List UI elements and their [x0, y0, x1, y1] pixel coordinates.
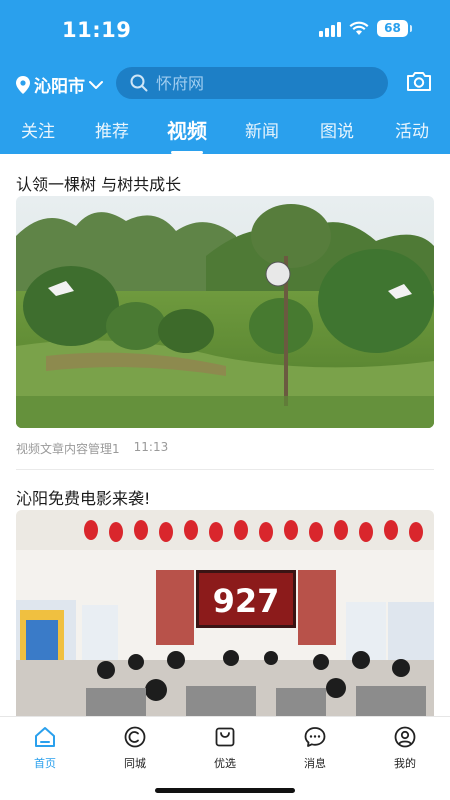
tab-events[interactable]: 活动: [395, 117, 429, 142]
nav-label: 优选: [214, 757, 236, 770]
location-label: 沁阳市: [34, 77, 85, 97]
status-icons: 68: [319, 20, 412, 37]
nav-profile[interactable]: 我的: [375, 725, 435, 771]
video-thumbnail[interactable]: [16, 196, 434, 428]
tab-recommend[interactable]: 推荐: [95, 117, 129, 142]
category-tabs: 关注 推荐 视频 新闻 图说 活动: [0, 112, 450, 154]
nav-label: 我的: [394, 757, 416, 770]
video-feed: 认领一棵树 与树共成长 视频文章内容管理1 11:13 沁阳免费电影来袭! 92…: [0, 154, 450, 716]
home-indicator: [155, 788, 295, 793]
nav-label: 消息: [304, 757, 326, 770]
article-title[interactable]: 沁阳免费电影来袭!: [16, 485, 150, 509]
tab-video[interactable]: 视频: [167, 115, 207, 144]
search-input[interactable]: [156, 73, 356, 93]
video-thumbnail-image: 927: [16, 510, 434, 716]
message-icon: [304, 727, 326, 747]
chevron-down-icon: [89, 80, 103, 89]
camera-button[interactable]: [406, 70, 432, 96]
article-meta: 视频文章内容管理1 11:13: [16, 440, 168, 457]
home-icon: [35, 727, 55, 747]
tab-photo[interactable]: 图说: [320, 117, 354, 142]
status-bar: 11:19 68: [0, 0, 450, 58]
nav-messages[interactable]: 消息: [285, 725, 345, 771]
battery-icon: 68: [377, 20, 412, 37]
screen-number: 927: [213, 582, 280, 620]
status-time: 11:19: [62, 18, 132, 42]
video-thumbnail[interactable]: 927: [16, 510, 434, 716]
profile-icon: [394, 726, 416, 748]
nav-city[interactable]: 同城: [105, 725, 165, 771]
nav-select[interactable]: 优选: [195, 725, 255, 771]
nav-label: 同城: [124, 757, 146, 770]
city-icon: [124, 726, 146, 748]
video-thumbnail-image: [16, 196, 434, 428]
location-selector[interactable]: 沁阳市: [16, 72, 103, 97]
article-title[interactable]: 认领一棵树 与树共成长: [16, 171, 181, 195]
divider: [16, 469, 434, 470]
shopping-bag-icon: [215, 727, 235, 747]
nav-home[interactable]: 首页: [15, 725, 75, 771]
app-header: 11:19 68 沁阳市 怀府网 关注 推荐 视频 新闻 图说 活动: [0, 0, 450, 154]
nav-label: 首页: [34, 757, 56, 770]
camera-icon: [407, 72, 431, 91]
search-bar[interactable]: [116, 67, 388, 99]
wifi-icon: [349, 21, 369, 35]
tab-news[interactable]: 新闻: [245, 117, 279, 142]
cellular-signal-icon: [319, 21, 341, 37]
article-time: 11:13: [133, 440, 169, 454]
search-icon: [130, 74, 148, 92]
article-source: 视频文章内容管理1: [16, 442, 120, 456]
location-pin-icon: [16, 75, 30, 94]
tab-follow[interactable]: 关注: [21, 117, 55, 142]
